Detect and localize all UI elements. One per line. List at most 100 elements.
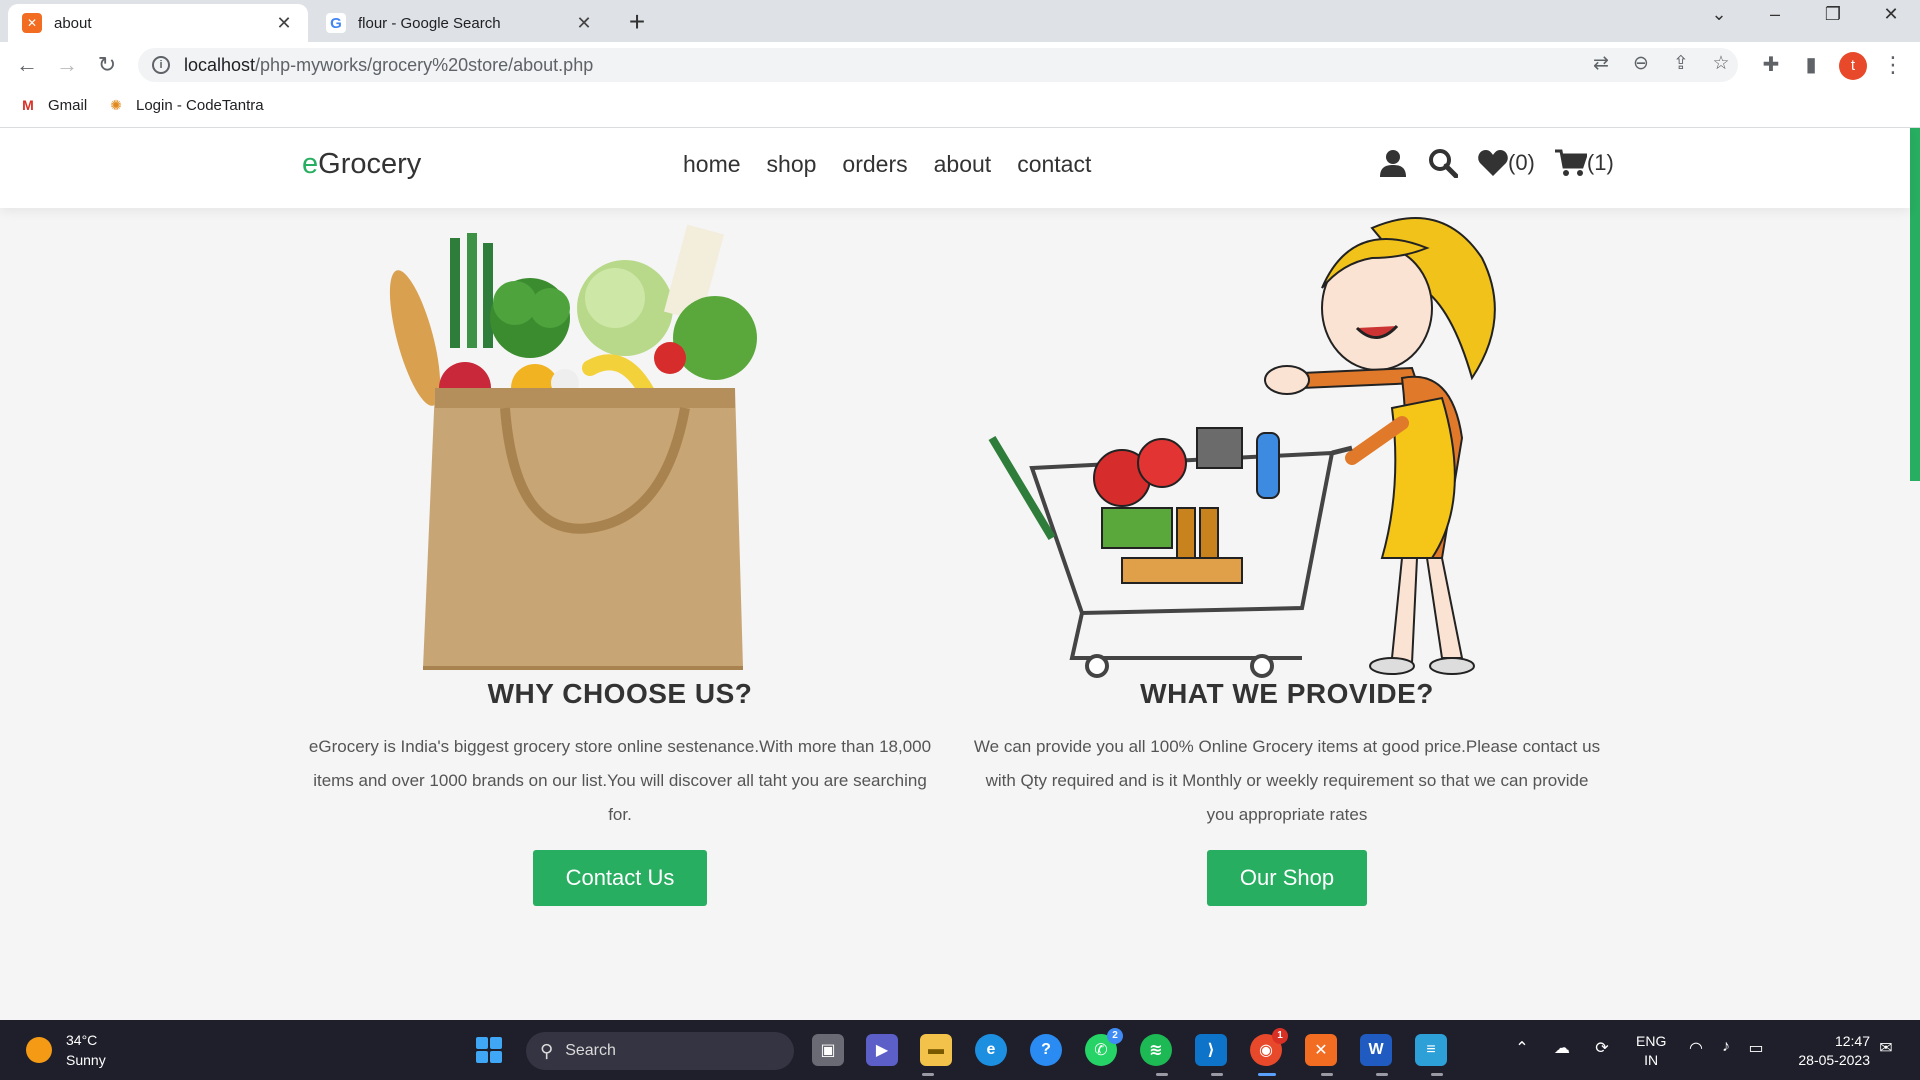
tab-title: about [54, 14, 92, 32]
start-button[interactable] [476, 1037, 502, 1063]
close-window-button[interactable]: ✕ [1876, 4, 1906, 25]
running-indicator [922, 1073, 934, 1076]
url-host: localhost [184, 54, 256, 75]
shopper-illustration [972, 208, 1602, 678]
search-icon[interactable] [1428, 148, 1458, 178]
site-logo[interactable]: eGrocery [302, 148, 421, 181]
chrome-icon[interactable]: ◉ 1 [1250, 1028, 1288, 1066]
cart-icon [1554, 149, 1587, 176]
running-indicator [1156, 1073, 1168, 1076]
codetantra-icon: ✺ [110, 96, 122, 113]
task-view-icon[interactable]: ▣ [812, 1034, 844, 1066]
running-indicator [1431, 1073, 1443, 1076]
share-icon[interactable]: ⇪ [1668, 51, 1694, 77]
running-indicator [1211, 1073, 1223, 1076]
edge-icon[interactable]: e [975, 1034, 1007, 1066]
volume-icon[interactable]: ♪ [1714, 1038, 1738, 1056]
our-shop-button[interactable]: Our Shop [1206, 850, 1368, 906]
taskbar-search[interactable]: ⚲ Search [526, 1032, 794, 1070]
why-choose-us-heading: WHY CHOOSE US? [487, 678, 753, 709]
tab-about[interactable]: ✕ about ✕ [8, 4, 308, 42]
nav-orders[interactable]: orders [842, 151, 907, 178]
wishlist-button[interactable]: (0) [1478, 150, 1535, 176]
what-we-provide-text: We can provide you all 100% Online Groce… [973, 737, 1601, 824]
python-icon[interactable]: ? [1030, 1034, 1062, 1066]
weather-desc: Sunny [66, 1052, 106, 1068]
wishlist-count: (0) [1508, 150, 1535, 175]
spotify-icon[interactable]: ≋ [1140, 1034, 1172, 1066]
heart-icon [1478, 150, 1508, 176]
forward-button[interactable]: → [52, 50, 82, 80]
clock-time: 12:47 [1834, 1033, 1870, 1049]
tab-title: flour - Google Search [358, 14, 501, 32]
site-header: eGrocery home shop orders about contact … [0, 128, 1910, 208]
wifi-icon[interactable]: ◠ [1684, 1038, 1708, 1058]
chevron-up-icon[interactable]: ⌃ [1510, 1038, 1534, 1058]
nav-home[interactable]: home [683, 151, 741, 178]
search-icon: ⚲ [540, 1040, 554, 1061]
tab-google-search[interactable]: G flour - Google Search ✕ [312, 4, 608, 42]
close-tab-icon[interactable]: ✕ [274, 13, 294, 34]
url-path: /php-myworks/grocery%20store/about.php [255, 54, 594, 75]
close-tab-icon[interactable]: ✕ [574, 13, 594, 34]
why-choose-us-text: eGrocery is India's biggest grocery stor… [308, 737, 932, 824]
contact-us-button[interactable]: Contact Us [532, 850, 708, 906]
google-icon: G [326, 13, 346, 33]
reload-button[interactable]: ↻ [92, 50, 122, 80]
sync-icon[interactable]: ⟳ [1590, 1038, 1614, 1058]
notepad-icon[interactable]: ≡ [1415, 1034, 1447, 1066]
nav-shop[interactable]: shop [767, 151, 817, 178]
taskbar-clock[interactable]: 12:47 28-05-2023 [1786, 1032, 1870, 1070]
whatsapp-badge: 2 [1107, 1028, 1123, 1044]
scrollbar-thumb[interactable] [1910, 128, 1920, 481]
onedrive-icon[interactable]: ☁ [1550, 1038, 1574, 1058]
nav-about[interactable]: about [934, 151, 992, 178]
bookmark-star-icon[interactable]: ☆ [1708, 51, 1734, 77]
bookmark-codetantra[interactable]: ✺ Login - CodeTantra [106, 96, 263, 114]
profile-avatar[interactable]: t [1839, 52, 1867, 80]
xampp-taskbar-icon[interactable]: ✕ [1305, 1034, 1337, 1066]
main-nav: home shop orders about contact [683, 151, 1091, 178]
page-viewport: eGrocery home shop orders about contact … [0, 128, 1920, 1020]
address-bar[interactable]: i localhost/php-myworks/grocery%20store/… [138, 48, 1738, 82]
grocery-bag-image [305, 208, 935, 678]
weather-temp: 34°C [66, 1032, 98, 1048]
running-indicator [1376, 1073, 1388, 1076]
what-we-provide-section: WHAT WE PROVIDE? We can provide you all … [972, 208, 1602, 906]
browser-tab-strip: ✕ about ✕ G flour - Google Search ✕ + ⌄ … [0, 0, 1920, 42]
nav-contact[interactable]: contact [1017, 151, 1091, 178]
tab-search-icon[interactable]: ⌄ [1704, 4, 1734, 25]
side-panel-icon[interactable]: ▮ [1798, 52, 1824, 78]
word-icon[interactable]: W [1360, 1034, 1392, 1066]
minimize-button[interactable]: – [1760, 4, 1790, 25]
running-indicator [1258, 1073, 1276, 1076]
language-indicator[interactable]: ENG IN [1636, 1032, 1666, 1070]
bookmarks-bar: M Gmail ✺ Login - CodeTantra [0, 88, 1920, 128]
file-explorer-icon[interactable]: ▬ [920, 1034, 952, 1066]
xampp-icon: ✕ [22, 13, 42, 33]
weather-widget[interactable]: 34°C Sunny [26, 1030, 106, 1070]
extensions-icon[interactable]: ✚ [1758, 52, 1784, 78]
bookmark-gmail[interactable]: M Gmail [18, 96, 87, 114]
user-icon[interactable] [1380, 149, 1406, 177]
bookmark-label: Gmail [48, 96, 88, 114]
back-button[interactable]: ← [12, 50, 42, 80]
browser-menu-icon[interactable]: ⋮ [1882, 52, 1904, 78]
restore-button[interactable]: ❐ [1818, 4, 1848, 25]
cart-button[interactable]: (1) [1554, 149, 1614, 177]
vscode-icon[interactable]: ⟩ [1195, 1034, 1227, 1066]
running-indicator [1321, 1073, 1333, 1076]
battery-icon[interactable]: ▭ [1744, 1038, 1768, 1058]
zoom-icon[interactable]: ⊖ [1628, 51, 1654, 77]
what-we-provide-heading: WHAT WE PROVIDE? [1140, 678, 1434, 709]
taskbar-search-label: Search [565, 1042, 616, 1059]
clock-date: 28-05-2023 [1798, 1052, 1870, 1068]
notification-icon[interactable]: ✉ [1874, 1038, 1898, 1058]
sun-icon [26, 1037, 52, 1063]
whatsapp-icon[interactable]: ✆ 2 [1085, 1028, 1123, 1066]
teams-chat-icon[interactable]: ▶ [866, 1034, 898, 1066]
translate-icon[interactable]: ⇄ [1588, 51, 1614, 77]
header-icons: (0) (1) [1380, 148, 1614, 178]
site-info-icon[interactable]: i [152, 56, 170, 74]
new-tab-button[interactable]: + [622, 6, 652, 38]
